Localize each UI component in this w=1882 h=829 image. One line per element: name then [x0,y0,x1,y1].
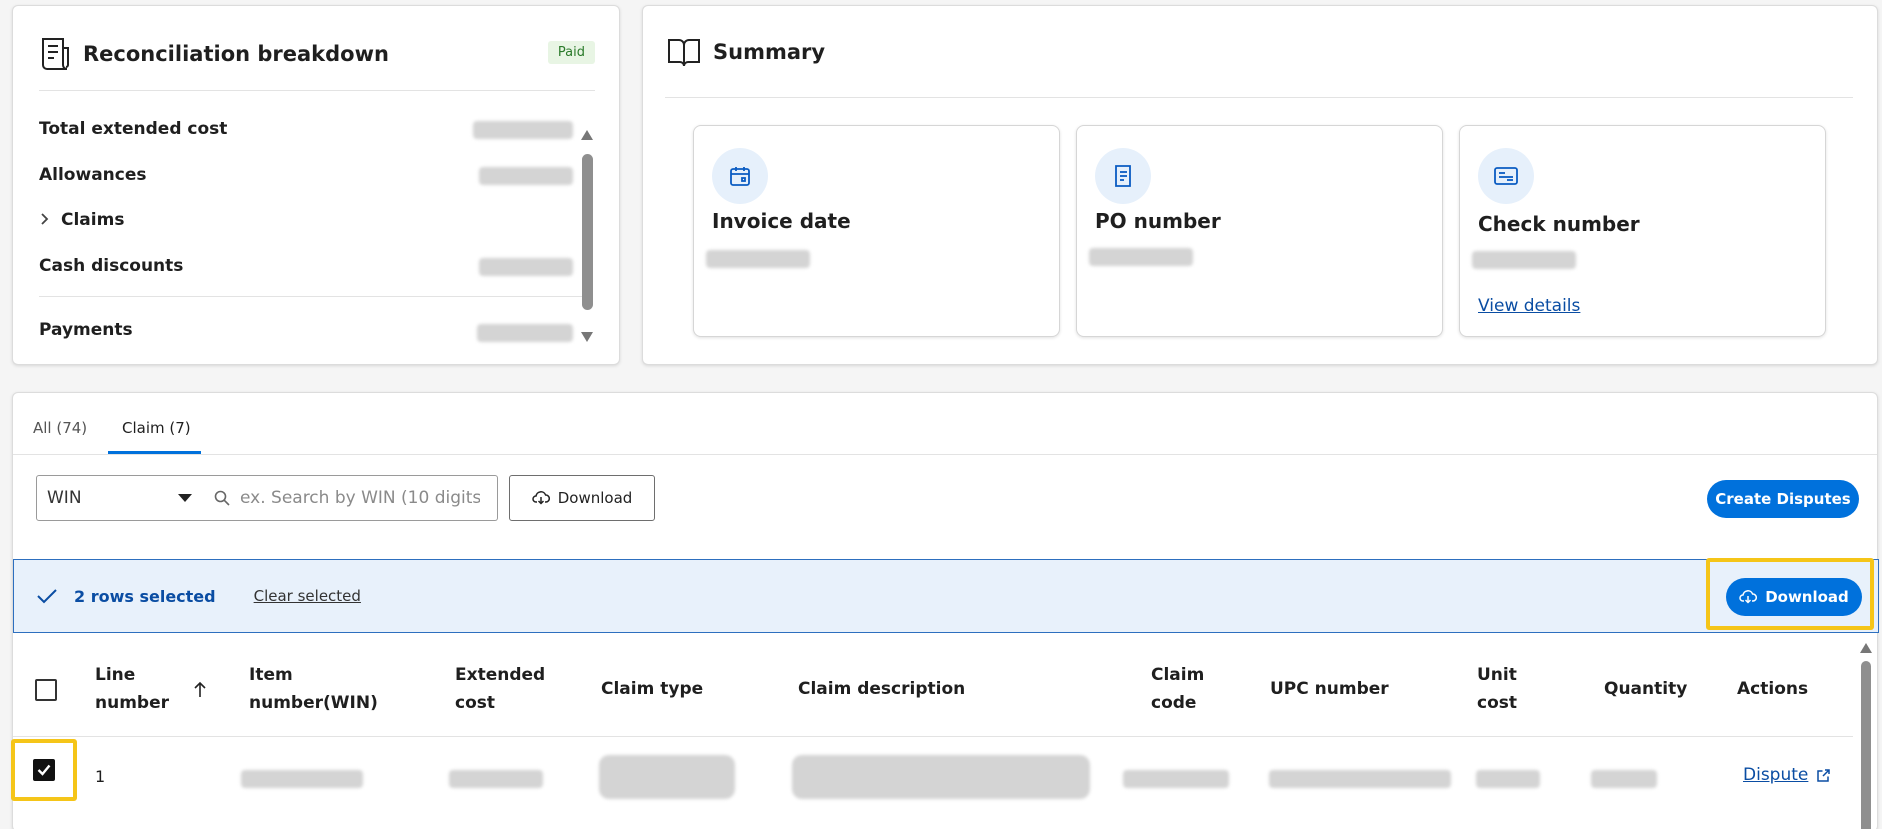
dispute-link[interactable]: Dispute [1743,765,1831,785]
payments-label: Payments [39,320,133,340]
check-number-tile: Check number View details [1459,125,1826,337]
allowances-value [479,167,573,185]
divider [39,90,595,91]
po-number-label: PO number [1095,209,1221,233]
active-tab-indicator [108,451,201,454]
column-header-unit-cost: Unit cost [1477,665,1518,713]
scroll-thumb[interactable] [582,154,593,310]
invoice-date-label: Invoice date [712,209,851,233]
column-header-claim-type: Claim type [601,679,704,699]
scroll-thumb[interactable] [1861,661,1871,829]
check-number-value [1472,251,1576,269]
column-header-actions: Actions [1737,679,1809,699]
create-disputes-button[interactable]: Create Disputes [1707,480,1859,518]
claims-table-card: All (74) Claim (7) WIN Download Create D… [11,392,1879,829]
column-header-upc-number: UPC number [1270,679,1389,699]
receipt-icon [42,38,69,70]
scroll-down-icon[interactable] [581,332,593,342]
select-all-checkbox[interactable] [35,679,57,701]
scroll-up-icon[interactable] [1860,643,1872,653]
cell-item-number [241,770,363,788]
calendar-icon [712,148,768,204]
cell-line-number: 1 [95,767,106,786]
cell-claim-type [599,755,735,799]
cloud-download-icon [532,491,550,505]
cell-unit-cost [1476,770,1540,788]
selection-bar: 2 rows selected Clear selected Download [13,558,1879,633]
table-scrollbar[interactable] [1859,643,1873,829]
po-number-value [1089,248,1193,266]
clear-selected-link[interactable]: Clear selected [254,587,361,605]
invoice-date-value [706,250,810,268]
dispute-link-label: Dispute [1743,765,1809,785]
reconciliation-title: Reconciliation breakdown [83,42,389,66]
checkmark-icon [37,764,51,776]
sort-ascending-icon[interactable] [194,681,206,699]
search-icon [214,490,230,506]
external-link-icon [1817,768,1831,782]
reconciliation-header: Reconciliation breakdown [39,36,389,72]
tab-bar: All (74) Claim (7) [13,393,1877,455]
scroll-up-icon[interactable] [581,130,593,140]
column-header-quantity: Quantity [1604,679,1688,699]
download-selected-button[interactable]: Download [1726,578,1862,616]
column-header-extended-cost: Extended cost [455,665,546,713]
summary-title: Summary [713,40,826,64]
filter-type-value: WIN [47,488,82,508]
summary-card: Summary Invoice date PO number Check num… [642,5,1878,365]
claims-expander[interactable]: Claims [39,210,124,230]
book-icon [668,39,700,67]
po-number-tile: PO number [1076,125,1443,337]
cell-quantity [1591,770,1657,788]
filter-type-select[interactable]: WIN [36,475,203,521]
checkmark-icon [37,589,57,604]
tab-claim[interactable]: Claim (7) [122,419,191,437]
download-selected-label: Download [1765,588,1849,606]
status-badge: Paid [547,41,595,64]
cash-discounts-label: Cash discounts [39,256,184,276]
cell-claim-code [1123,770,1229,788]
summary-header: Summary [667,36,825,68]
tab-all[interactable]: All (74) [33,419,87,437]
claims-label: Claims [61,210,125,230]
chevron-right-icon [39,210,61,230]
check-number-label: Check number [1478,212,1640,236]
view-details-link[interactable]: View details [1478,296,1580,316]
cell-claim-description [792,755,1090,799]
check-icon [1478,148,1534,204]
cell-upc-number [1269,770,1451,788]
search-box[interactable] [202,475,498,521]
allowances-label: Allowances [39,165,147,185]
invoice-date-tile: Invoice date [693,125,1060,337]
download-button[interactable]: Download [509,475,655,521]
table-header: Line number Item number(WIN) Extended co… [13,643,1853,737]
column-header-claim-description: Claim description [798,679,966,699]
cash-discounts-value [479,258,573,276]
row-checkbox[interactable] [33,759,55,781]
total-extended-cost-value [473,121,573,139]
selected-count: 2 rows selected [74,586,216,606]
column-header-item-number: Item number(WIN) [249,665,378,713]
divider [665,97,1853,98]
download-button-label: Download [557,489,633,507]
cloud-download-icon [1739,590,1758,604]
total-extended-cost-label: Total extended cost [39,119,228,139]
reconciliation-card: Reconciliation breakdown Paid Total exte… [12,5,620,365]
column-header-line-number[interactable]: Line number [95,661,175,717]
column-header-claim-code: Claim code [1151,665,1205,713]
divider [39,296,589,297]
search-input[interactable] [240,488,480,508]
caret-down-icon [178,494,192,502]
cell-extended-cost [449,770,543,788]
scrollbar[interactable] [581,126,593,342]
payments-value [477,324,573,342]
document-icon [1095,148,1151,204]
